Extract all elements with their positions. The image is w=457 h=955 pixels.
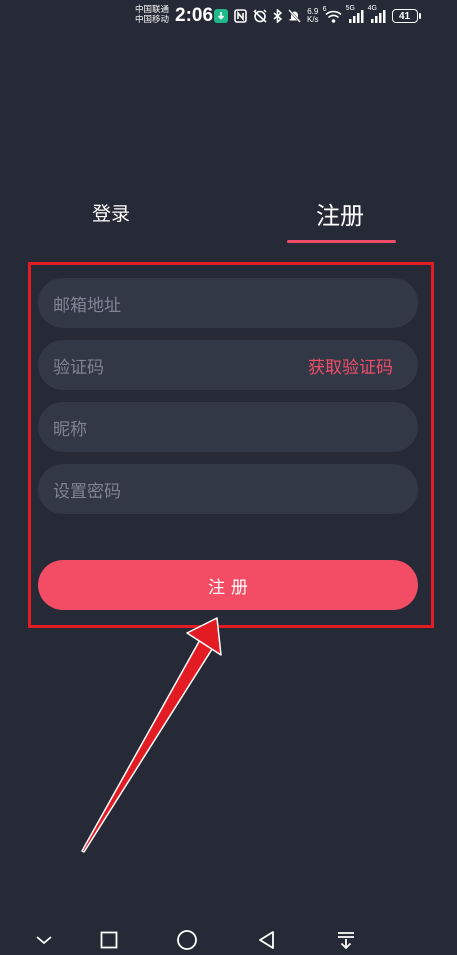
square-icon[interactable] bbox=[97, 928, 121, 952]
chevron-down-icon[interactable] bbox=[32, 928, 56, 952]
system-nav-bar bbox=[0, 920, 457, 955]
triangle-back-icon[interactable] bbox=[255, 928, 279, 952]
menu-down-icon[interactable] bbox=[334, 928, 358, 952]
circle-icon[interactable] bbox=[175, 928, 199, 952]
annotation-arrow bbox=[81, 617, 222, 853]
